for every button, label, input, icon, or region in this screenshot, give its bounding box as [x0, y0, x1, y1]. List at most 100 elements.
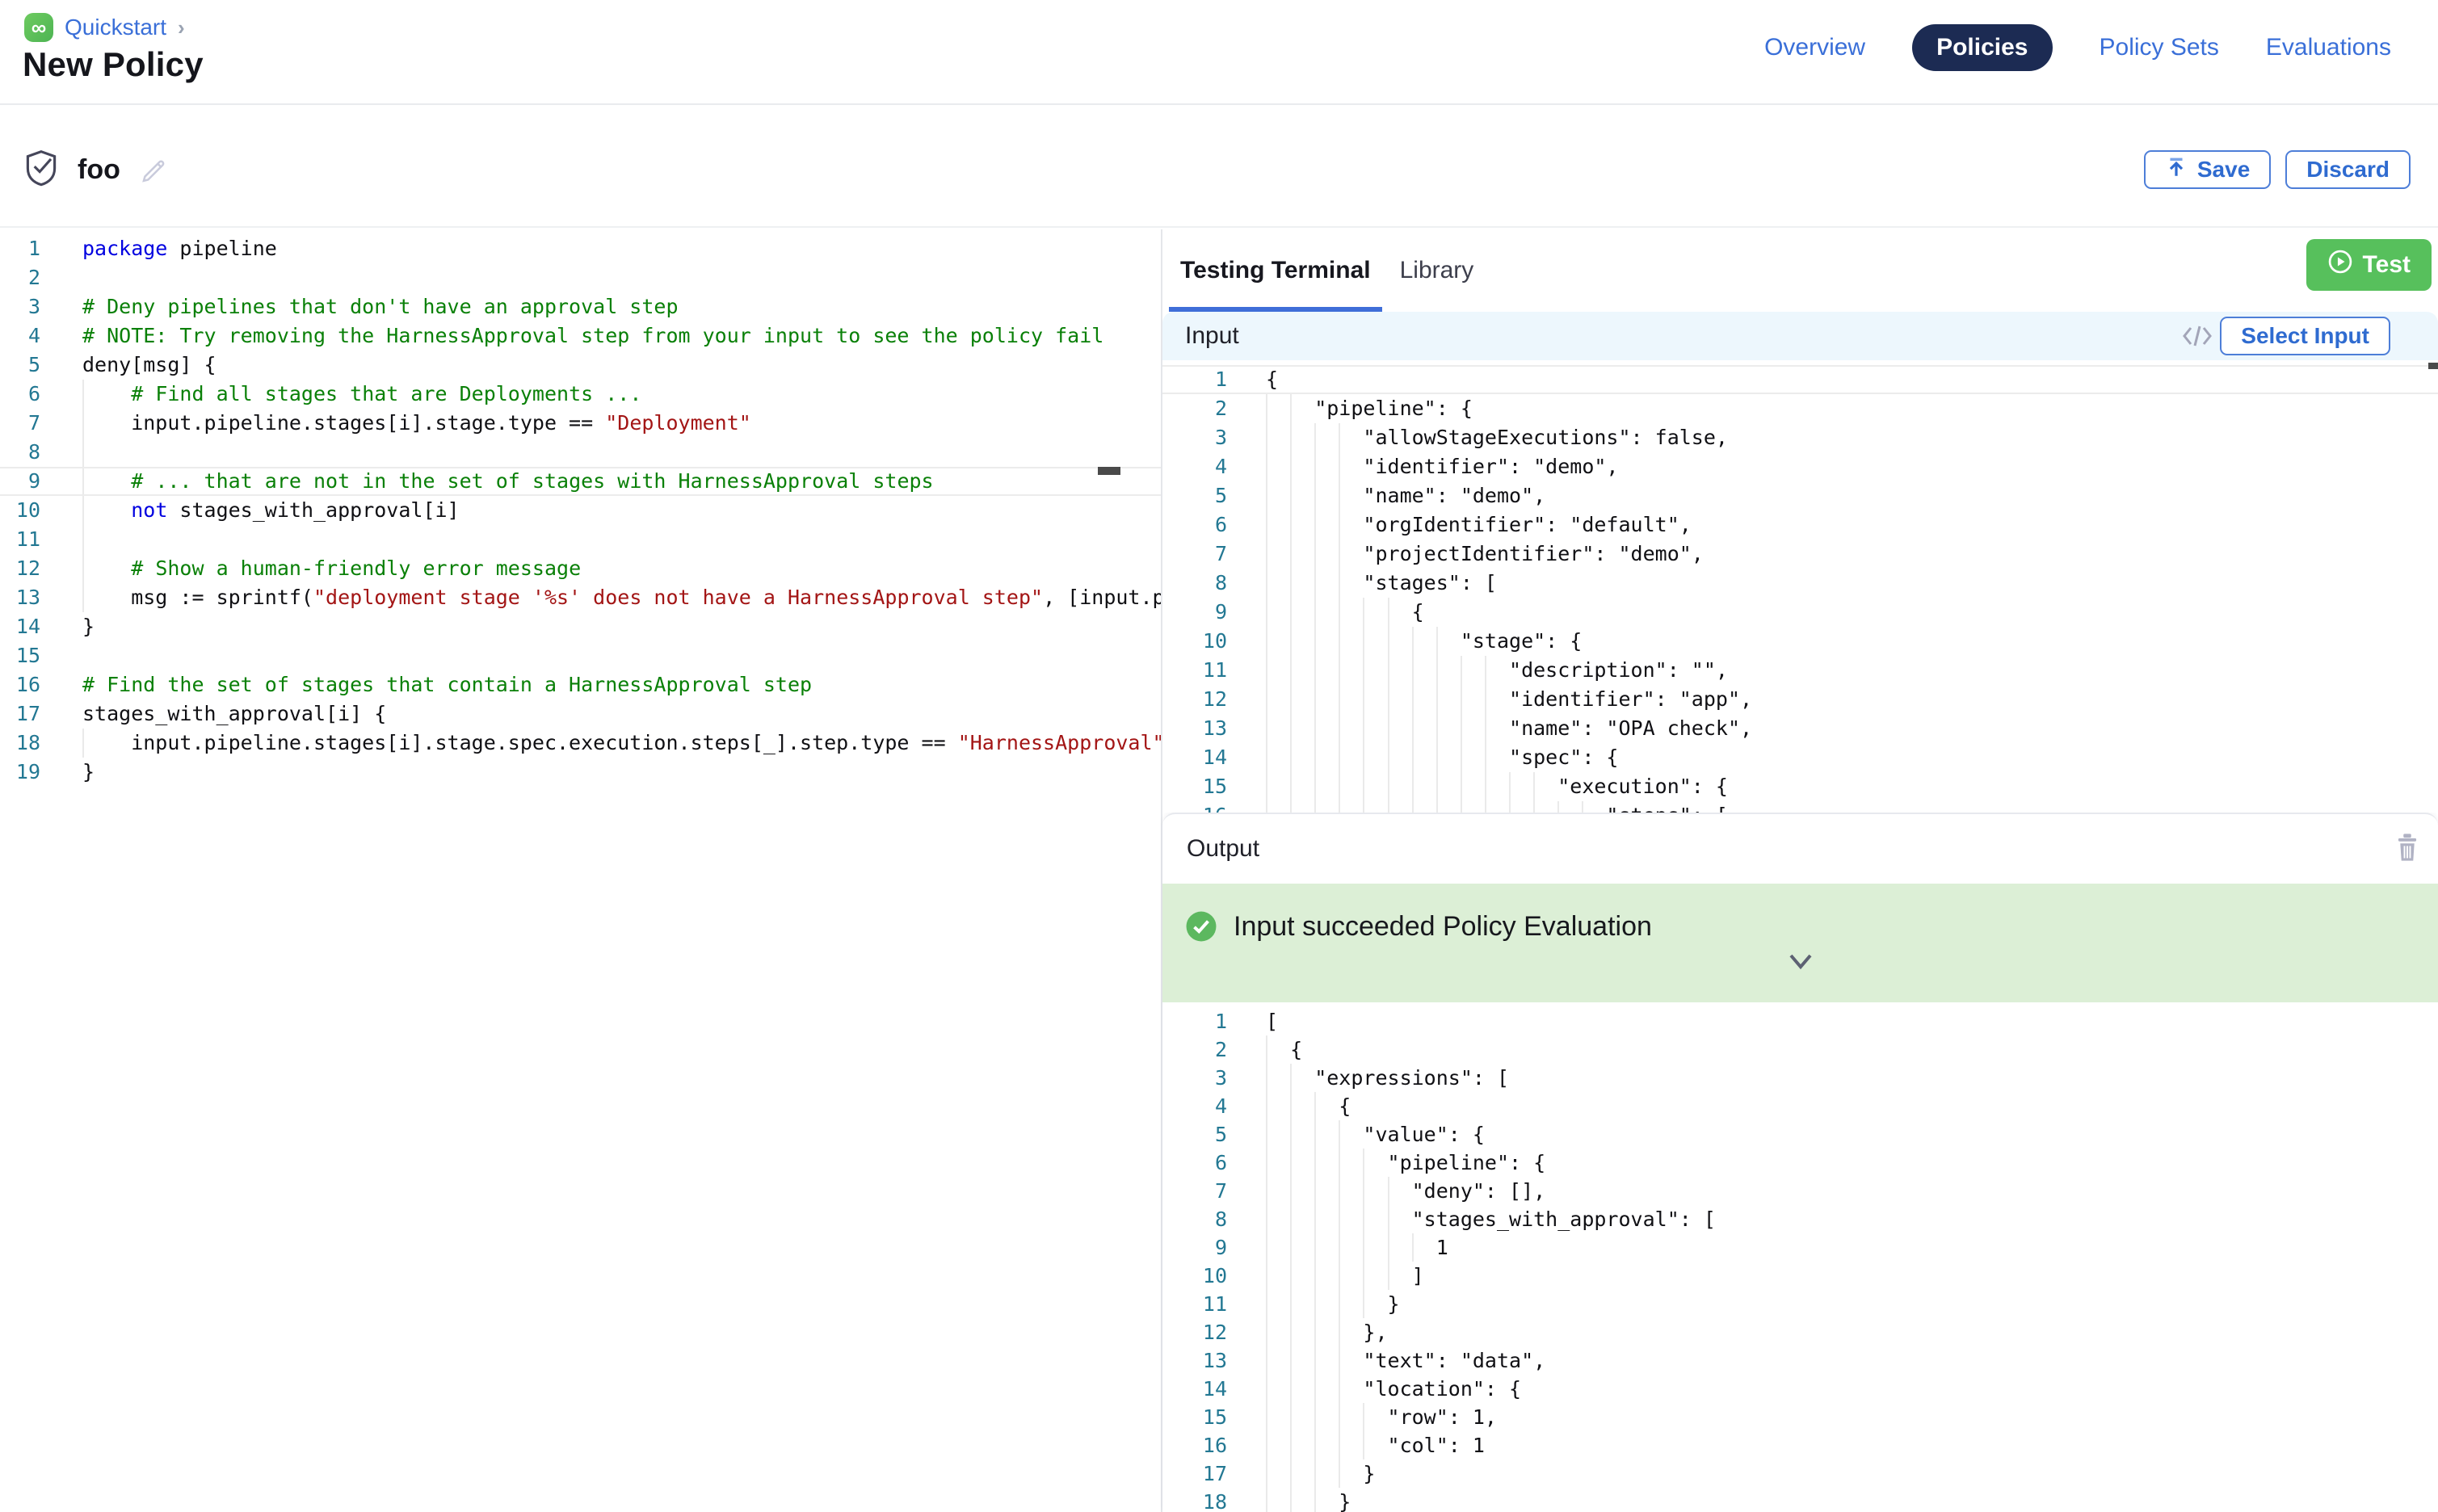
- line-content: {: [1266, 1092, 2438, 1120]
- indent-guide: [1314, 656, 1316, 685]
- code-line: 10 not stages_with_approval[i]: [0, 496, 1161, 525]
- line-number: 14: [0, 612, 40, 641]
- code-token: # Find the set of stages that contain a …: [82, 673, 812, 696]
- line-number: 3: [0, 292, 40, 321]
- line-content: "stage": {: [1266, 627, 2438, 656]
- code-token: , [input.p: [1043, 586, 1161, 609]
- indent-guide: [1314, 1403, 1316, 1431]
- code-token: {: [1266, 368, 1278, 391]
- output-title: Output: [1187, 835, 1259, 863]
- indent-guide: [1363, 743, 1364, 772]
- indent-guide: [1485, 801, 1486, 813]
- code-line: 9 1: [1162, 1233, 2438, 1262]
- indent-guide: [1339, 540, 1340, 569]
- chevron-down-icon[interactable]: [1784, 953, 1817, 975]
- code-line: 2: [0, 263, 1161, 292]
- code-token: "identifier": "demo",: [1266, 455, 1619, 478]
- line-number: 6: [1162, 1149, 1227, 1177]
- indent-guide: [1339, 1431, 1340, 1460]
- line-number: 4: [0, 321, 40, 351]
- line-number: 10: [0, 496, 40, 525]
- line-content: "row": 1,: [1266, 1403, 2438, 1431]
- indent-guide: [1266, 1431, 1267, 1460]
- code-token: "name": "demo",: [1266, 484, 1545, 507]
- indent-guide: [1363, 627, 1364, 656]
- policy-code-editor[interactable]: 1package pipeline23# Deny pipelines that…: [0, 229, 1161, 1512]
- indent-guide: [1314, 1149, 1316, 1177]
- code-line: 9 {: [1162, 598, 2438, 627]
- save-button[interactable]: Save: [2144, 150, 2271, 189]
- indent-guide: [1314, 1092, 1316, 1120]
- code-token: "pipeline": {: [1266, 397, 1473, 420]
- indent-guide: [1485, 772, 1486, 801]
- indent-guide: [1266, 1092, 1267, 1120]
- indent-guide: [1339, 1346, 1340, 1375]
- indent-guide: [1266, 1290, 1267, 1318]
- line-content: stages_with_approval[i] {: [82, 699, 1161, 729]
- code-token: msg := sprintf(: [82, 586, 313, 609]
- edit-pencil-icon[interactable]: [138, 153, 169, 187]
- indent-guide: [1290, 452, 1292, 481]
- code-token: "spec": {: [1266, 746, 1619, 769]
- line-number: 9: [1162, 1233, 1227, 1262]
- code-token: package: [82, 237, 167, 260]
- code-line: 6 "pipeline": {: [1162, 1149, 2438, 1177]
- indent-guide: [1290, 1460, 1292, 1488]
- nav-item-policy-sets[interactable]: Policy Sets: [2100, 34, 2219, 61]
- code-line: 5 "value": {: [1162, 1120, 2438, 1149]
- code-token: pipeline: [167, 237, 276, 260]
- line-number: 18: [0, 729, 40, 758]
- indent-guide: [82, 729, 84, 758]
- code-token: "text": "data",: [1266, 1349, 1545, 1372]
- indent-guide: [1436, 656, 1438, 685]
- trash-icon[interactable]: [2394, 832, 2420, 865]
- line-content: "spec": {: [1266, 743, 2438, 772]
- input-json-editor[interactable]: 1{2 "pipeline": {3 "allowStageExecutions…: [1162, 360, 2438, 813]
- code-token: }: [1266, 1292, 1400, 1316]
- line-number: 12: [1162, 685, 1227, 714]
- code-token: }: [1266, 1490, 1351, 1512]
- harness-logo[interactable]: ∞: [24, 13, 53, 42]
- indent-guide: [82, 554, 84, 583]
- code-line: 3 "expressions": [: [1162, 1064, 2438, 1092]
- code-token: stages_with_approval[i] {: [82, 702, 386, 725]
- code-token: "pipeline": {: [1266, 1151, 1545, 1174]
- output-json-editor[interactable]: 1[2 {3 "expressions": [4 {5 "value": {6 …: [1162, 1002, 2438, 1512]
- indent-guide: [1363, 598, 1364, 627]
- code-slash-icon[interactable]: [2181, 323, 2213, 353]
- indent-guide: [1290, 801, 1292, 813]
- breadcrumb-link-quickstart[interactable]: Quickstart: [65, 15, 166, 40]
- tab-testing-terminal[interactable]: Testing Terminal: [1169, 229, 1382, 312]
- line-number: 7: [1162, 540, 1227, 569]
- indent-guide: [1314, 598, 1316, 627]
- nav-item-overview[interactable]: Overview: [1764, 34, 1865, 61]
- indent-guide: [1314, 423, 1316, 452]
- line-content: "description": "",: [1266, 656, 2438, 685]
- code-token: # Find all stages that are Deployments .…: [131, 382, 641, 405]
- indent-guide: [1461, 685, 1462, 714]
- discard-button[interactable]: Discard: [2285, 150, 2411, 189]
- top-nav: Overview Policies Policy Sets Evaluation…: [1764, 24, 2391, 71]
- nav-item-policies-active[interactable]: Policies: [1912, 24, 2052, 71]
- indent-guide: [1533, 801, 1535, 813]
- tab-library[interactable]: Library: [1389, 229, 1486, 312]
- code-line: 6 "orgIdentifier": "default",: [1162, 510, 2438, 540]
- code-line: 12 },: [1162, 1318, 2438, 1346]
- line-number: 4: [1162, 452, 1227, 481]
- indent-guide: [1339, 423, 1340, 452]
- indent-guide: [1266, 540, 1267, 569]
- overview-ruler-cursor-mark: [2428, 363, 2438, 369]
- line-content: # ... that are not in the set of stages …: [82, 468, 1161, 494]
- indent-guide: [1314, 481, 1316, 510]
- indent-guide: [1339, 1460, 1340, 1488]
- code-token: "execution": {: [1266, 775, 1728, 798]
- indent-guide: [1412, 1233, 1414, 1262]
- test-button[interactable]: Test: [2306, 239, 2432, 291]
- line-content: not stages_with_approval[i]: [82, 496, 1161, 525]
- code-line: 4 {: [1162, 1092, 2438, 1120]
- indent-guide: [1363, 1431, 1364, 1460]
- nav-item-evaluations[interactable]: Evaluations: [2266, 34, 2391, 61]
- line-number: 15: [0, 641, 40, 670]
- select-input-button[interactable]: Select Input: [2220, 317, 2390, 355]
- indent-guide: [1266, 656, 1267, 685]
